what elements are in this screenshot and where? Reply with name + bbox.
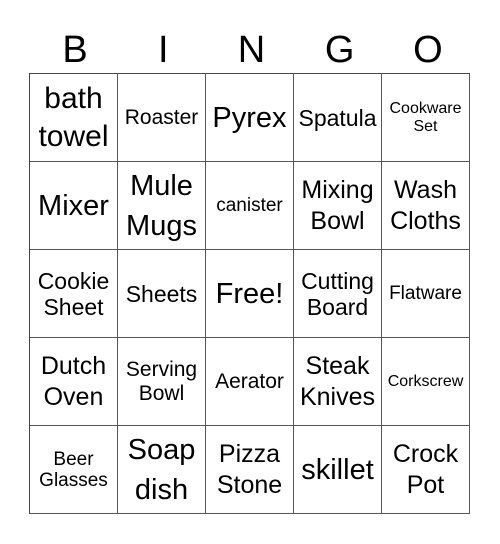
cell-label: Cookie Sheet <box>37 267 110 320</box>
bingo-cell[interactable]: Dutch Oven <box>30 338 118 426</box>
bingo-cell[interactable]: Spatula <box>294 74 382 162</box>
cell-label: Sheets <box>125 280 198 307</box>
cell-label: Pyrex <box>212 101 287 134</box>
bingo-cell[interactable]: skillet <box>294 426 382 514</box>
bingo-cell[interactable]: Aerator <box>206 338 294 426</box>
cell-label: Wash Cloths <box>390 175 461 235</box>
cell-label: Flatware <box>389 283 462 304</box>
bingo-header: B I N G O <box>29 28 470 72</box>
free-space[interactable]: Free! <box>206 250 294 338</box>
cell-label: Beer Glasses <box>39 448 108 491</box>
bingo-cell[interactable]: Mixing Bowl <box>294 162 382 250</box>
bingo-cell[interactable]: Roaster <box>118 74 206 162</box>
bingo-cell[interactable]: Sheets <box>118 250 206 338</box>
bingo-grid: bath towel Roaster Pyrex Spatula Cookwar… <box>29 73 470 514</box>
cell-label: Spatula <box>298 104 377 131</box>
cell-label: Steak Knives <box>299 351 376 411</box>
bingo-cell[interactable]: bath towel <box>30 74 118 162</box>
cell-label: bath towel <box>38 81 109 153</box>
cell-label: Free! <box>215 277 284 310</box>
header-letter-n: N <box>237 29 266 71</box>
cell-label: Soap dish <box>127 433 196 506</box>
bingo-cell[interactable]: Crock Pot <box>382 426 470 514</box>
header-letter-b: B <box>62 29 88 71</box>
cell-label: Dutch Oven <box>40 351 107 411</box>
bingo-cell[interactable]: Cookware Set <box>382 74 470 162</box>
bingo-cell[interactable]: Pizza Stone <box>206 426 294 514</box>
cell-label: Aerator <box>215 369 284 393</box>
cell-label: Mule Mugs <box>126 169 197 242</box>
bingo-cell[interactable]: Serving Bowl <box>118 338 206 426</box>
bingo-cell[interactable]: Flatware <box>382 250 470 338</box>
bingo-cell[interactable]: Corkscrew <box>382 338 470 426</box>
cell-label: Mixer <box>38 189 109 222</box>
bingo-cell[interactable]: Cookie Sheet <box>30 250 118 338</box>
cell-label: Pizza Stone <box>216 439 283 499</box>
cell-label: Mixing Bowl <box>301 175 374 235</box>
bingo-cell[interactable]: canister <box>206 162 294 250</box>
cell-label: Serving Bowl <box>125 357 198 405</box>
cell-label: Corkscrew <box>387 372 464 390</box>
header-letter-i: I <box>158 29 169 71</box>
header-letter-o: O <box>413 29 443 71</box>
bingo-cell[interactable]: Beer Glasses <box>30 426 118 514</box>
bingo-cell[interactable]: Pyrex <box>206 74 294 162</box>
bingo-cell[interactable]: Steak Knives <box>294 338 382 426</box>
cell-label: Cookware Set <box>389 99 462 135</box>
cell-label: Cutting Board <box>301 267 374 320</box>
cell-label: canister <box>216 195 283 216</box>
header-letter-g: G <box>324 29 355 71</box>
bingo-cell[interactable]: Soap dish <box>118 426 206 514</box>
bingo-cell[interactable]: Mixer <box>30 162 118 250</box>
bingo-cell[interactable]: Wash Cloths <box>382 162 470 250</box>
cell-label: Roaster <box>124 105 199 129</box>
cell-label: Crock Pot <box>392 439 459 499</box>
bingo-cell[interactable]: Cutting Board <box>294 250 382 338</box>
bingo-cell[interactable]: Mule Mugs <box>118 162 206 250</box>
cell-label: skillet <box>301 453 374 486</box>
